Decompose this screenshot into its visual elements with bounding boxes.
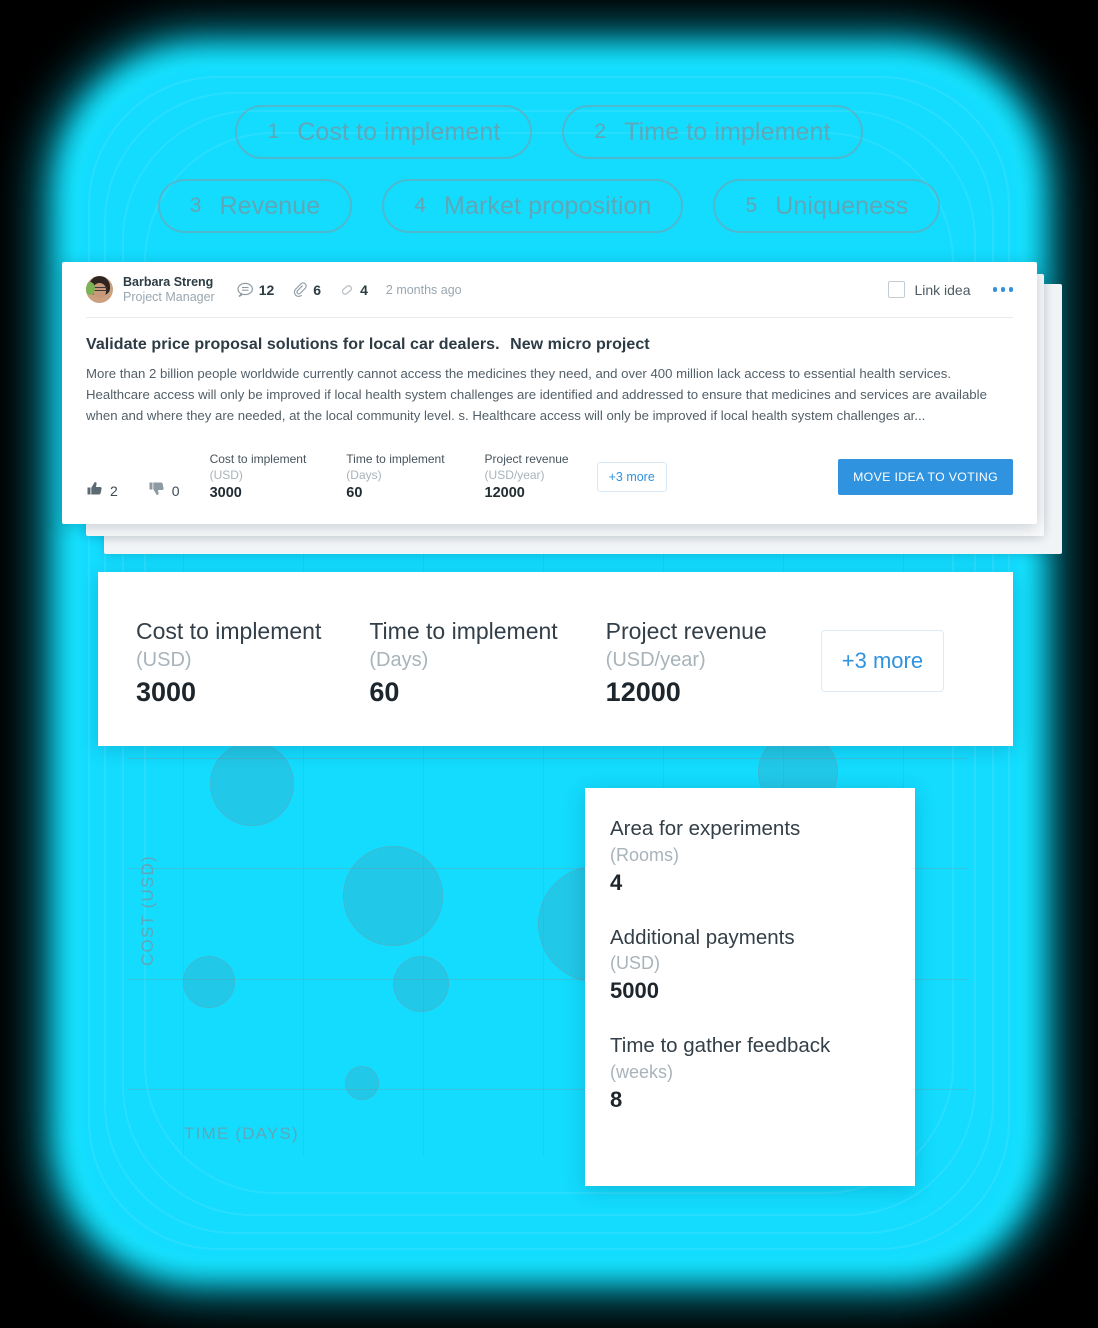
popup-metric-payments-unit: (USD) [610,953,660,974]
idea-metric-revenue-title: Project revenue [484,451,569,466]
idea-description: More than 2 billion people worldwide cur… [86,366,987,423]
author-block: Barbara Streng Project Manager [123,275,215,304]
idea-metric-revenue: Project revenue (USD/year) 12000 [485,451,569,504]
panel-metric-revenue-unit: (USD/year) [605,648,706,671]
popup-metric-feedback-unit: (weeks) [610,1061,674,1082]
additional-metrics-popup: Area for experiments (Rooms) 4 Additiona… [585,788,915,1186]
popup-metric-payments-title: Additional payments [610,925,795,949]
idea-card-header-actions: Link idea [888,281,1013,298]
criteria-pill-1[interactable]: 1 Cost to implement [235,105,533,159]
panel-more-metrics-button[interactable]: +3 more [820,630,945,692]
panel-metric-revenue: Project revenue (USD/year) 12000 [606,618,767,710]
idea-metrics-row: Cost to implement (USD) 3000 Time to imp… [210,451,569,504]
popup-metric-feedback-title: Time to gather feedback [610,1034,831,1058]
panel-metric-cost: Cost to implement (USD) 3000 [136,618,321,710]
panel-metric-revenue-title: Project revenue [605,618,767,644]
more-options-icon[interactable] [992,287,1013,292]
criteria-pill-1-number: 1 [267,120,280,143]
link-idea-label: Link idea [914,281,971,298]
timestamp: 2 months ago [385,282,462,297]
panel-metric-cost-title: Cost to implement [136,618,322,644]
criteria-pill-3-number: 3 [189,194,202,217]
metrics-panel: Cost to implement (USD) 3000 Time to imp… [98,572,1013,746]
comment-icon [237,282,254,298]
link-idea-checkbox[interactable]: Link idea [888,281,971,298]
comments-stat[interactable]: 12 [237,281,275,298]
chart-bubble [210,742,294,826]
panel-metric-time-unit: (Days) [369,648,429,671]
idea-metric-revenue-value: 12000 [484,484,525,501]
move-idea-to-voting-button[interactable]: MOVE IDEA TO VOTING [838,459,1013,496]
criteria-pill-5[interactable]: 5 Uniqueness [713,179,941,233]
idea-title-suffix: New micro project [510,336,650,353]
comments-count: 12 [258,281,275,298]
downvote-control[interactable]: 0 [148,480,180,504]
chart-bubble [393,956,449,1012]
popup-metric-area-title: Area for experiments [610,817,801,840]
links-stat[interactable]: 4 [339,282,368,298]
criteria-pill-4-label: Market proposition [444,191,652,220]
checkbox-box[interactable] [888,281,906,298]
avatar [86,276,113,303]
thumbs-down-icon [148,480,165,502]
chart-bubble [343,846,443,946]
criteria-pill-5-number: 5 [745,194,758,217]
criteria-pill-1-label: Cost to implement [297,117,501,146]
criteria-pill-3[interactable]: 3 Revenue [157,179,353,233]
attachments-stat[interactable]: 6 [292,282,321,298]
criteria-pill-4[interactable]: 4 Market proposition [382,179,684,233]
popup-metric-feedback-value: 8 [610,1086,623,1112]
panel-metric-time-title: Time to implement [369,618,558,644]
popup-metric-payments: Additional payments (USD) 5000 [610,925,915,1008]
chart-bubble [345,1066,379,1100]
popup-metric-area-value: 4 [610,869,623,895]
idea-title: Validate price proposal solutions for lo… [86,318,1013,364]
paperclip-icon [292,281,308,298]
panel-metric-time-value: 60 [369,676,400,707]
attachments-count: 6 [313,281,322,298]
panel-metric-time: Time to implement (Days) 60 [369,618,557,710]
chart-y-axis-label: COST (USD) [138,855,157,966]
idea-title-main: Validate price proposal solutions for lo… [86,336,500,353]
downvote-count: 0 [171,482,180,499]
popup-metric-area: Area for experiments (Rooms) 4 [610,816,915,899]
panel-metric-revenue-value: 12000 [605,676,681,707]
chart-x-axis-label: TIME (DAYS) [184,1124,299,1143]
idea-metric-cost-value: 3000 [209,484,242,501]
criteria-pill-4-number: 4 [414,194,427,217]
upvote-control[interactable]: 2 [86,480,118,504]
upvote-count: 2 [110,482,118,499]
author-role: Project Manager [123,289,215,304]
idea-metric-revenue-unit: (USD/year) [484,467,545,482]
idea-more-metrics-button[interactable]: +3 more [596,462,667,493]
criteria-pill-2[interactable]: 2 Time to implement [562,105,863,159]
panel-metric-cost-value: 3000 [136,676,197,707]
chart-bubble [183,956,235,1008]
link-icon [339,282,355,298]
idea-metric-cost-unit: (USD) [209,467,243,482]
idea-metric-time-value: 60 [346,484,363,501]
popup-metric-feedback: Time to gather feedback (weeks) 8 [610,1033,915,1116]
idea-metric-time-title: Time to implement [346,451,445,466]
links-count: 4 [360,281,368,298]
idea-card-footer: 2 0 Cost to implement (USD) 3000 Time to… [86,441,1013,524]
criteria-pill-5-label: Uniqueness [775,191,909,220]
thumbs-up-icon [86,480,103,502]
idea-metric-time: Time to implement (Days) 60 [346,451,444,504]
idea-card: Barbara Streng Project Manager 12 6 4 2 … [62,262,1037,524]
idea-metric-cost: Cost to implement (USD) 3000 [210,451,307,504]
criteria-pill-2-label: Time to implement [624,117,831,146]
idea-metric-time-unit: (Days) [346,467,382,482]
panel-metric-cost-unit: (USD) [136,648,192,671]
idea-card-header: Barbara Streng Project Manager 12 6 4 2 … [86,262,1013,318]
criteria-pill-2-number: 2 [594,120,607,143]
idea-metric-cost-title: Cost to implement [209,451,307,466]
popup-metric-area-unit: (Rooms) [610,844,680,865]
author-name: Barbara Streng [123,275,214,290]
popup-metric-payments-value: 5000 [610,978,659,1004]
criteria-pill-3-label: Revenue [219,191,321,220]
